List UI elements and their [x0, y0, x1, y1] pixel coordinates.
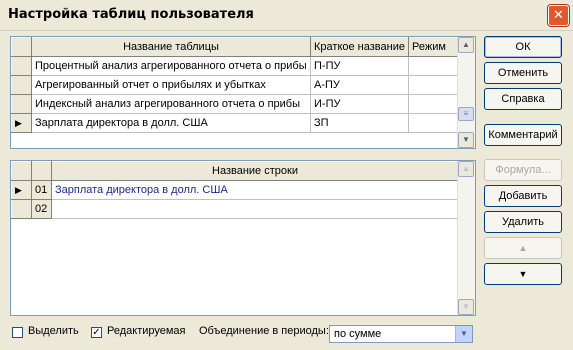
check-icon: ✓ — [92, 327, 101, 338]
row-indicator: ▶ — [11, 180, 32, 200]
arrow-up-icon: ▲ — [518, 243, 528, 253]
table-row[interactable]: Агрегированный отчет о прибылях и убытка… — [11, 75, 459, 95]
cancel-button[interactable]: Отменить — [484, 62, 562, 84]
arrow-down-icon: ▼ — [518, 269, 528, 279]
current-row-pointer-icon: ▶ — [15, 185, 22, 195]
mode-cell[interactable] — [408, 75, 459, 95]
scroll-down-icon[interactable]: ▼ — [458, 299, 474, 315]
header-number-cell — [31, 161, 52, 181]
column-header-row-name[interactable]: Название строки — [51, 161, 459, 181]
row-indicator — [11, 199, 32, 219]
editable-checkbox[interactable]: ✓ — [91, 327, 102, 338]
list-item-current[interactable]: ▶ 01 Зарплата директора в долл. США — [11, 180, 459, 200]
row-indicator — [11, 75, 32, 95]
title-bar: Настройка таблиц пользователя ✕ — [0, 0, 573, 31]
merge-periods-select[interactable]: по сумме ▼ — [329, 325, 473, 343]
row-name-cell[interactable] — [51, 199, 459, 219]
tables-scrollbar[interactable]: ▲ ≡ ▼ — [457, 37, 475, 148]
highlight-checkbox[interactable] — [12, 327, 23, 338]
mode-cell[interactable] — [408, 113, 459, 133]
table-name-cell[interactable]: Агрегированный отчет о прибылях и убытка… — [31, 75, 311, 95]
scroll-down-icon[interactable]: ▼ — [458, 132, 474, 148]
header-indicator-cell — [11, 161, 32, 181]
merge-periods-value: по сумме — [334, 328, 382, 340]
mode-cell[interactable] — [408, 56, 459, 76]
window-title: Настройка таблиц пользователя — [8, 7, 254, 22]
short-name-cell[interactable]: П-ПУ — [310, 56, 409, 76]
short-name-cell[interactable]: ЗП — [310, 113, 409, 133]
list-item[interactable]: 02 — [11, 199, 459, 219]
help-button[interactable]: Справка — [484, 88, 562, 110]
close-icon[interactable]: ✕ — [548, 5, 569, 26]
row-indicator: ▶ — [11, 113, 32, 133]
rows-grid[interactable]: Название строки ▶ 01 Зарплата директора … — [10, 160, 476, 316]
short-name-cell[interactable]: И-ПУ — [310, 94, 409, 114]
highlight-label: Выделить — [28, 325, 79, 337]
column-header-table-name[interactable]: Название таблицы — [31, 37, 311, 57]
row-indicator — [11, 94, 32, 114]
ok-button[interactable]: ОК — [484, 36, 562, 58]
table-row-current[interactable]: ▶ Зарплата директора в долл. США ЗП — [11, 113, 459, 133]
short-name-cell[interactable]: А-ПУ — [310, 75, 409, 95]
row-number: 02 — [31, 199, 52, 219]
row-indicator — [11, 56, 32, 76]
rows-header-row: Название строки — [11, 161, 459, 181]
editable-label: Редактируемая — [107, 325, 186, 337]
current-row-pointer-icon: ▶ — [15, 118, 22, 128]
column-header-short-name[interactable]: Краткое название — [310, 37, 409, 57]
add-button[interactable]: Добавить — [484, 185, 562, 207]
chevron-down-icon[interactable]: ▼ — [455, 326, 472, 342]
tables-header-row: Название таблицы Краткое название Режим — [11, 37, 459, 57]
row-name-cell[interactable]: Зарплата директора в долл. США — [51, 180, 459, 200]
header-indicator-cell — [11, 37, 32, 57]
delete-button[interactable]: Удалить — [484, 211, 562, 233]
move-up-button[interactable]: ▲ — [484, 237, 562, 259]
rows-scrollbar[interactable]: ▲ ▼ — [457, 161, 475, 315]
scroll-up-icon[interactable]: ▲ — [458, 37, 474, 53]
tables-grid[interactable]: Название таблицы Краткое название Режим … — [10, 36, 476, 149]
merge-periods-label: Объединение в периоды: — [199, 325, 329, 337]
scroll-thumb[interactable]: ≡ — [458, 107, 474, 121]
scroll-up-icon[interactable]: ▲ — [458, 161, 474, 177]
mode-cell[interactable] — [408, 94, 459, 114]
move-down-button[interactable]: ▼ — [484, 263, 562, 285]
row-number: 01 — [31, 180, 52, 200]
table-name-cell[interactable]: Процентный анализ агрегированного отчета… — [31, 56, 311, 76]
table-row[interactable]: Индексный анализ агрегированного отчета … — [11, 94, 459, 114]
table-name-cell[interactable]: Индексный анализ агрегированного отчета … — [31, 94, 311, 114]
table-name-cell[interactable]: Зарплата директора в долл. США — [31, 113, 311, 133]
comment-button[interactable]: Комментарий — [484, 124, 562, 146]
column-header-mode[interactable]: Режим — [408, 37, 459, 57]
formula-button[interactable]: Формула... — [484, 159, 562, 181]
table-row[interactable]: Процентный анализ агрегированного отчета… — [11, 56, 459, 76]
